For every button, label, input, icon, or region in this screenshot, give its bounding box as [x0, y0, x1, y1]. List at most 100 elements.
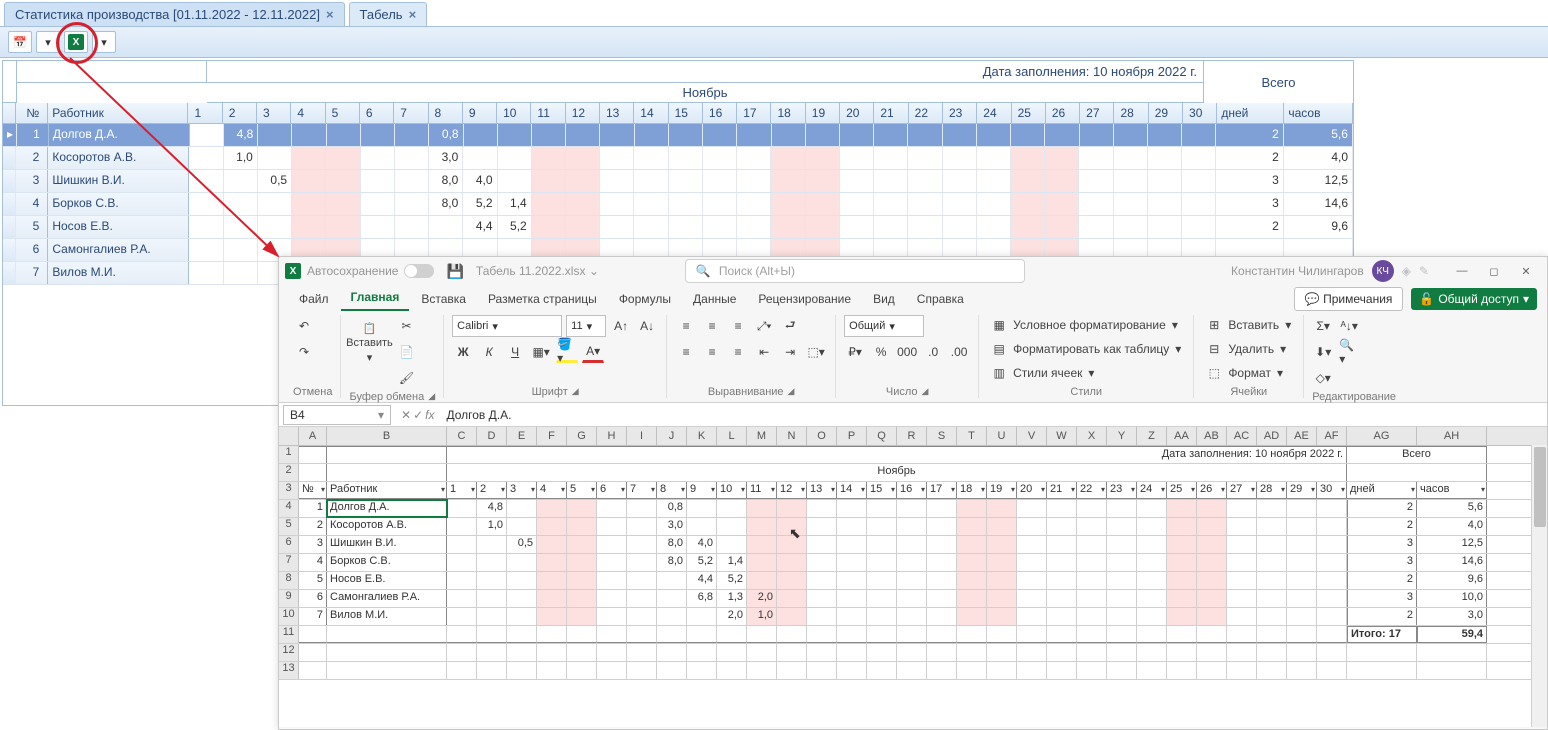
cell-day[interactable] — [1182, 170, 1216, 192]
export-excel-button[interactable]: X — [64, 31, 88, 53]
filter-head[interactable]: 23▾ — [1107, 482, 1137, 499]
comments-button[interactable]: 💬 Примечания — [1294, 287, 1404, 311]
cell[interactable] — [507, 518, 537, 535]
cell-day[interactable] — [1148, 216, 1182, 238]
cell-day[interactable] — [1011, 147, 1045, 169]
cell[interactable] — [1317, 554, 1347, 571]
filter-head[interactable]: 9▾ — [687, 482, 717, 499]
cell[interactable] — [597, 554, 627, 571]
cell-day[interactable] — [1148, 124, 1182, 146]
col-head-AE[interactable]: AE — [1287, 427, 1317, 445]
col-day-25[interactable]: 25 — [1012, 103, 1046, 123]
cell[interactable] — [867, 518, 897, 535]
cell[interactable] — [717, 500, 747, 517]
cell-day[interactable] — [326, 147, 360, 169]
filter-head[interactable]: Работник▾ — [327, 482, 447, 499]
col-day-14[interactable]: 14 — [634, 103, 668, 123]
cell[interactable] — [567, 554, 597, 571]
cell[interactable] — [1257, 572, 1287, 589]
cell[interactable] — [1077, 590, 1107, 607]
cell-day[interactable] — [395, 170, 429, 192]
cell-day[interactable]: 5,2 — [498, 216, 532, 238]
cell-day[interactable]: 4,8 — [224, 124, 258, 146]
cell[interactable] — [1047, 590, 1077, 607]
col-day-28[interactable]: 28 — [1114, 103, 1148, 123]
cell-day[interactable] — [395, 216, 429, 238]
table-row[interactable]: 2 Косоротов А.В.1,03,02 4,0 — [3, 147, 1353, 170]
cell-day[interactable] — [395, 124, 429, 146]
filter-head[interactable]: дней▾ — [1347, 482, 1417, 499]
cell[interactable] — [807, 536, 837, 553]
cell[interactable] — [627, 518, 657, 535]
cell[interactable] — [1077, 500, 1107, 517]
cell-day[interactable] — [874, 147, 908, 169]
cell-day[interactable] — [292, 193, 326, 215]
cell-day[interactable] — [532, 124, 566, 146]
grow-font-icon[interactable]: A↑ — [610, 315, 632, 337]
cell[interactable] — [957, 554, 987, 571]
cell-day[interactable] — [600, 124, 634, 146]
tab-stats[interactable]: Статистика производства [01.11.2022 - 12… — [4, 2, 345, 26]
cell-day[interactable] — [943, 170, 977, 192]
cell[interactable] — [537, 518, 567, 535]
ribbon-tab-6[interactable]: Рецензирование — [748, 287, 861, 311]
cell[interactable] — [1137, 554, 1167, 571]
cell[interactable] — [747, 536, 777, 553]
launcher-icon[interactable]: ◢ — [788, 386, 795, 398]
col-head-M[interactable]: M — [747, 427, 777, 445]
cell[interactable] — [1227, 518, 1257, 535]
cell-day[interactable] — [737, 147, 771, 169]
cell[interactable] — [777, 554, 807, 571]
comma-icon[interactable]: 000 — [896, 341, 918, 363]
cell-day[interactable] — [703, 147, 737, 169]
close-icon[interactable]: × — [326, 7, 334, 22]
cell-day[interactable] — [1114, 170, 1148, 192]
col-head-F[interactable]: F — [537, 427, 567, 445]
col-day-16[interactable]: 16 — [703, 103, 737, 123]
underline-icon[interactable]: Ч — [504, 341, 526, 363]
cell[interactable] — [1137, 590, 1167, 607]
cell[interactable] — [747, 554, 777, 571]
cell[interactable] — [897, 500, 927, 517]
cell[interactable] — [867, 554, 897, 571]
filter-head[interactable]: 30▾ — [1317, 482, 1347, 499]
cell-day[interactable] — [806, 124, 840, 146]
filter-head[interactable]: 2▾ — [477, 482, 507, 499]
cell-day[interactable] — [361, 216, 395, 238]
cell[interactable] — [867, 500, 897, 517]
number-format-combo[interactable]: Общий▾ — [844, 315, 924, 337]
cell[interactable] — [1317, 518, 1347, 535]
cell[interactable] — [777, 518, 807, 535]
cell[interactable]: 6,8 — [687, 590, 717, 607]
cell-day[interactable] — [566, 124, 600, 146]
cell-day[interactable] — [737, 193, 771, 215]
cell[interactable]: 1,3 — [717, 590, 747, 607]
cell-day[interactable] — [189, 216, 223, 238]
col-day-17[interactable]: 17 — [737, 103, 771, 123]
col-head-C[interactable]: C — [447, 427, 477, 445]
cell-day[interactable] — [908, 147, 942, 169]
cell[interactable] — [477, 608, 507, 625]
cell-name[interactable]: Носов Е.В. — [327, 572, 447, 589]
cell-day[interactable] — [600, 170, 634, 192]
col-day-7[interactable]: 7 — [394, 103, 428, 123]
col-day-4[interactable]: 4 — [291, 103, 325, 123]
ribbon-tab-5[interactable]: Данные — [683, 287, 746, 311]
cell[interactable] — [657, 590, 687, 607]
filter-head[interactable]: 10▾ — [717, 482, 747, 499]
cell-day[interactable] — [806, 147, 840, 169]
autosum-icon[interactable]: Σ▾ — [1312, 315, 1334, 337]
cell[interactable] — [567, 590, 597, 607]
cell-day[interactable] — [908, 170, 942, 192]
cell-day[interactable] — [1148, 170, 1182, 192]
filter-head[interactable]: 28▾ — [1257, 482, 1287, 499]
cell-day[interactable] — [943, 193, 977, 215]
cell[interactable] — [897, 572, 927, 589]
cell[interactable] — [597, 536, 627, 553]
cell[interactable] — [1137, 518, 1167, 535]
cell[interactable] — [687, 500, 717, 517]
name-box[interactable]: B4▾ — [283, 405, 391, 425]
col-head-O[interactable]: O — [807, 427, 837, 445]
cell[interactable] — [1287, 518, 1317, 535]
cell-day[interactable] — [566, 216, 600, 238]
